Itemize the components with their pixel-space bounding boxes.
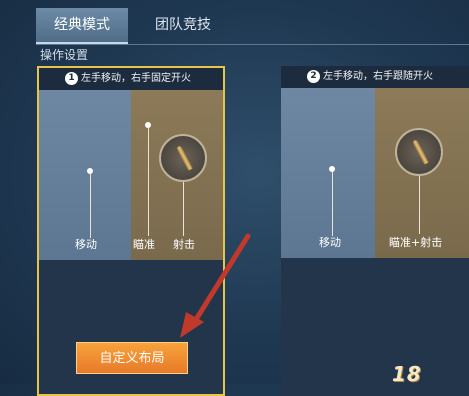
custom-layout-button[interactable]: 自定义布局	[76, 342, 188, 374]
red-arrow-icon	[180, 233, 251, 338]
watermark-logo: 18	[392, 362, 422, 386]
